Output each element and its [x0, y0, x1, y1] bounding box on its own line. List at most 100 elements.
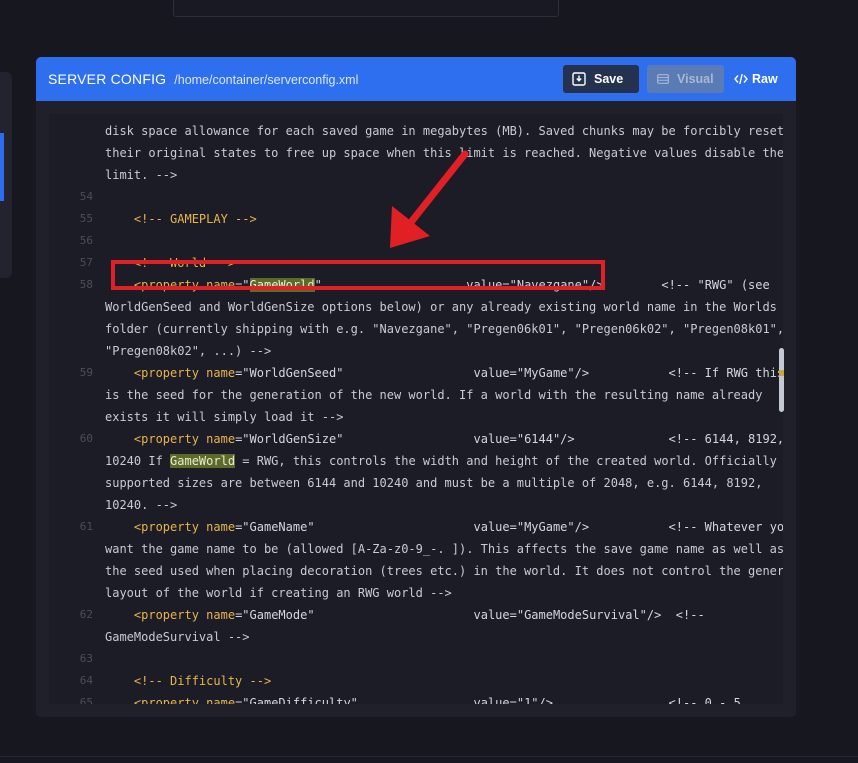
line-text: exists it will simply load it -->: [105, 406, 343, 428]
code-line: exists it will simply load it -->: [49, 406, 783, 428]
code-token: ="WorldGenSeed" value="MyGame"/> <!-- If…: [235, 366, 783, 380]
code-line: 10240. -->: [49, 494, 783, 516]
code-line: 65 <property name="GameDifficulty" value…: [49, 692, 783, 704]
code-token: supported sizes are between 6144 and 102…: [105, 476, 763, 490]
code-line: 60 <property name="WorldGenSize" value="…: [49, 428, 783, 450]
line-text: want the game name to be (allowed [A-Za-…: [105, 538, 783, 560]
line-text: supported sizes are between 6144 and 102…: [105, 472, 762, 494]
code-token: name: [206, 520, 236, 534]
line-text: the seed used when placing decoration (t…: [105, 560, 783, 582]
panel-header: SERVER CONFIG /home/container/serverconf…: [36, 57, 796, 101]
line-number: 55: [79, 212, 93, 225]
code-token: ="GameMode" value="GameModeSurvival"/> <…: [235, 608, 705, 622]
code-token: ="WorldGenSize" value="6144"/> <!-- 6144…: [235, 432, 783, 446]
code-token: name: [206, 608, 236, 622]
code-line: folder (currently shipping with e.g. "Na…: [49, 318, 783, 340]
line-number: [49, 582, 94, 604]
line-text: GameModeSurvival -->: [105, 626, 250, 648]
line-number: [49, 538, 94, 560]
code-token: is the seed for the generation of the ne…: [105, 388, 763, 402]
line-number: 57: [79, 256, 93, 269]
line-number: 65: [79, 696, 93, 704]
line-number: [49, 164, 94, 186]
line-text: limit. -->: [105, 164, 177, 186]
visual-label: Visual: [677, 72, 714, 86]
line-text: 10240 If GameWorld = RWG, this controls …: [105, 450, 777, 472]
line-number: 64: [79, 674, 93, 687]
line-number: 56: [79, 234, 93, 247]
side-active-indicator: [0, 133, 4, 201]
code-token: <property: [133, 432, 199, 446]
visual-button[interactable]: Visual: [647, 65, 724, 93]
code-token: <property: [133, 520, 199, 534]
line-text: <property name="GameName" value="MyGame"…: [105, 516, 783, 538]
code-token: name: [206, 432, 236, 446]
line-number: 62: [79, 608, 93, 621]
line-number: [49, 450, 94, 472]
line-number: [49, 296, 94, 318]
top-input-box: [173, 0, 559, 17]
code-token: 10240 If: [105, 454, 171, 468]
line-number: [49, 340, 94, 362]
line-number: 63: [79, 652, 93, 665]
line-number: [49, 560, 94, 582]
search-match: GameWorld: [170, 454, 236, 468]
panel-title: SERVER CONFIG: [48, 71, 167, 87]
code-token: layout of the world if creating an RWG w…: [105, 586, 452, 600]
annotation-highlight-box: [111, 260, 605, 290]
line-text: is the seed for the generation of the ne…: [105, 384, 762, 406]
line-text: <!-- GAMEPLAY -->: [105, 208, 257, 230]
code-token: "Pregen08k02", ...) -->: [105, 344, 272, 358]
scrollbar-match-marker: [779, 370, 784, 376]
line-number: 60: [79, 432, 93, 445]
line-text: layout of the world if creating an RWG w…: [105, 582, 452, 604]
line-text: WorldGenSeed and WorldGenSize options be…: [105, 296, 777, 318]
line-text: "Pregen08k02", ...) -->: [105, 340, 271, 362]
line-number: [49, 120, 94, 142]
line-text: folder (currently shipping with e.g. "Na…: [105, 318, 783, 340]
save-button[interactable]: Save: [563, 65, 639, 93]
code-token: <property: [133, 608, 199, 622]
code-token: name: [206, 366, 236, 380]
code-token: GameModeSurvival -->: [105, 630, 250, 644]
line-number: [49, 318, 94, 340]
code-token: the seed used when placing decoration (t…: [105, 564, 783, 578]
code-line: "Pregen08k02", ...) -->: [49, 340, 783, 362]
code-token: folder (currently shipping with e.g. "Na…: [105, 322, 783, 336]
code-line: 63: [49, 648, 783, 670]
raw-button[interactable]: Raw: [732, 65, 782, 93]
line-text: disk space allowance for each saved game…: [105, 120, 783, 142]
code-token: disk space allowance for each saved game…: [105, 124, 783, 138]
annotation-arrow-icon: [390, 150, 469, 248]
line-number: [49, 406, 94, 428]
code-line: 64 <!-- Difficulty -->: [49, 670, 783, 692]
code-token: exists it will simply load it -->: [105, 410, 344, 424]
line-text: <property name="GameMode" value="GameMod…: [105, 604, 705, 626]
code-token: <!-- GAMEPLAY -->: [133, 212, 257, 226]
code-icon: [734, 73, 748, 85]
code-token: ="GameName" value="MyGame"/> <!-- Whatev…: [235, 520, 783, 534]
code-line: WorldGenSeed and WorldGenSize options be…: [49, 296, 783, 318]
line-text: <property name="WorldGenSize" value="614…: [105, 428, 783, 450]
code-line: 10240 If GameWorld = RWG, this controls …: [49, 450, 783, 472]
code-line: is the seed for the generation of the ne…: [49, 384, 783, 406]
code-token: <property: [133, 696, 199, 704]
code-token: want the game name to be (allowed [A-Za-…: [105, 542, 783, 556]
code-line: supported sizes are between 6144 and 102…: [49, 472, 783, 494]
editor-scrollbar[interactable]: [779, 348, 784, 412]
line-text: 10240. -->: [105, 494, 177, 516]
line-number: 58: [79, 278, 93, 291]
code-line: disk space allowance for each saved game…: [49, 120, 783, 142]
code-line: want the game name to be (allowed [A-Za-…: [49, 538, 783, 560]
code-token: WorldGenSeed and WorldGenSize options be…: [105, 300, 777, 314]
code-token: = RWG, this controls the width and heigh…: [235, 454, 777, 468]
line-text: <property name="GameDifficulty" value="1…: [105, 692, 748, 704]
code-line: layout of the world if creating an RWG w…: [49, 582, 783, 604]
line-number: 61: [79, 520, 93, 533]
